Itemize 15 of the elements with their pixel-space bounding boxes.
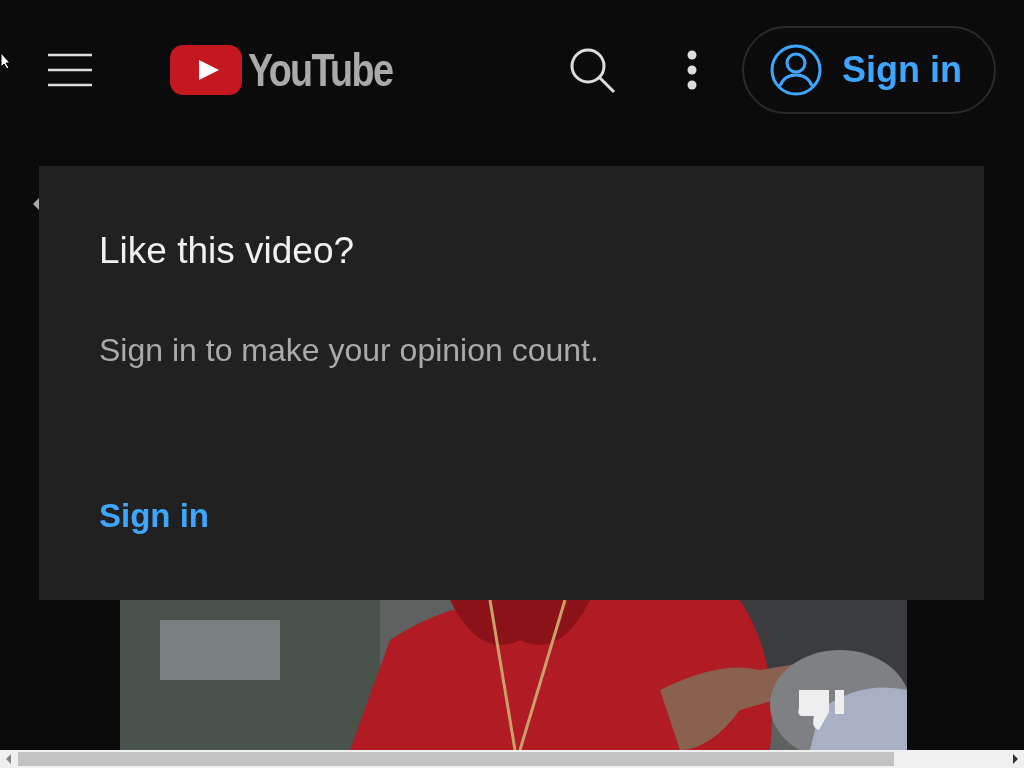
popup-message: Sign in to make your opinion count. bbox=[99, 332, 599, 369]
popup-title: Like this video? bbox=[99, 230, 355, 272]
horizontal-scrollbar[interactable] bbox=[0, 750, 1024, 768]
account-icon bbox=[769, 44, 822, 96]
scroll-left-icon[interactable] bbox=[5, 754, 13, 764]
scroll-right-icon[interactable] bbox=[1011, 754, 1019, 764]
more-icon[interactable] bbox=[685, 50, 698, 90]
sign-in-button[interactable]: Sign in bbox=[741, 26, 996, 114]
sign-in-link[interactable]: Sign in bbox=[99, 497, 209, 535]
dislike-icon[interactable] bbox=[797, 688, 847, 732]
left-arrow-icon bbox=[33, 198, 39, 210]
menu-icon[interactable] bbox=[46, 52, 94, 88]
play-logo-icon[interactable] bbox=[170, 45, 242, 95]
scrollbar-thumb[interactable] bbox=[18, 752, 894, 766]
logo-text[interactable]: YouTube bbox=[248, 43, 393, 97]
